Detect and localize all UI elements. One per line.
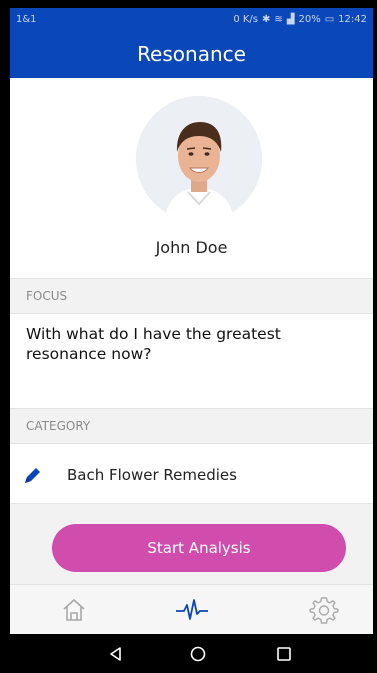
carrier-label: 1&1: [16, 13, 37, 25]
category-value: Bach Flower Remedies: [67, 466, 237, 484]
battery-percent: 20%: [298, 13, 321, 25]
clock: 12:42: [338, 13, 367, 25]
tab-home[interactable]: [56, 593, 92, 627]
app-header: Resonance: [10, 30, 373, 78]
home-icon: [63, 598, 85, 621]
tab-analysis[interactable]: [174, 593, 210, 627]
start-analysis-button[interactable]: Start Analysis: [52, 524, 346, 572]
bluetooth-icon: ✱: [262, 13, 271, 25]
category-selector[interactable]: Bach Flower Remedies: [10, 448, 373, 504]
wifi-icon: ≋: [274, 13, 283, 25]
tab-settings[interactable]: [306, 593, 342, 627]
battery-icon: ▭: [324, 13, 335, 25]
device-bezel-top: [0, 0, 377, 8]
gear-icon: [309, 597, 339, 624]
home-circle-icon: [190, 646, 206, 662]
nav-back-button[interactable]: [106, 644, 126, 664]
device-bezel-left: [0, 0, 10, 673]
phone-screen: 1&1 0 K/s ✱ ≋ ▟ 20% ▭ 12:42 Resonance Jo…: [10, 8, 373, 673]
page-title: Resonance: [137, 42, 246, 66]
back-triangle-icon: [110, 647, 121, 661]
pencil-icon[interactable]: [22, 466, 42, 486]
network-speed: 0 K/s: [233, 13, 258, 25]
focus-section-header: FOCUS: [10, 278, 373, 314]
signal-icon: ▟: [286, 13, 295, 25]
focus-label: FOCUS: [26, 289, 68, 303]
category-label: CATEGORY: [26, 419, 91, 433]
focus-question[interactable]: With what do I have the greatest resonan…: [26, 324, 361, 364]
device-bezel-right: [373, 0, 377, 673]
category-section-header: CATEGORY: [10, 408, 373, 444]
pulse-icon: [176, 599, 208, 620]
avatar-portrait: [136, 96, 262, 222]
nav-recent-button[interactable]: [274, 644, 294, 664]
status-icons: 0 K/s ✱ ≋ ▟ 20% ▭ 12:42: [233, 14, 367, 25]
profile-section: John Doe: [10, 78, 373, 278]
status-bar: 1&1 0 K/s ✱ ≋ ▟ 20% ▭ 12:42: [10, 8, 373, 30]
user-name: John Doe: [155, 238, 228, 257]
avatar[interactable]: [136, 96, 262, 222]
nav-home-button[interactable]: [188, 644, 208, 664]
bottom-tab-bar: [10, 584, 373, 634]
system-nav-bar: [10, 634, 373, 673]
recent-apps-icon: [277, 647, 291, 661]
